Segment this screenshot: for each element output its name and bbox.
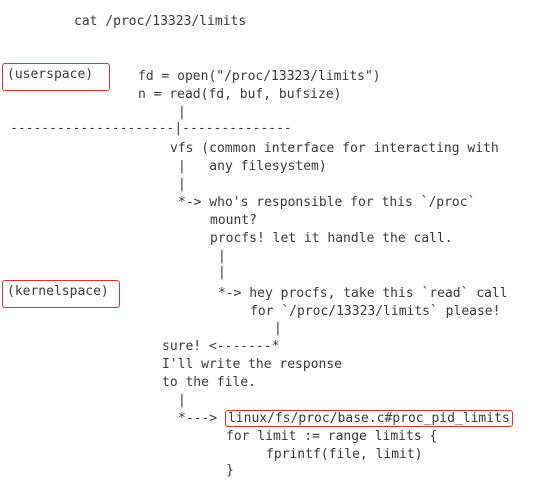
pipe-4: | [218,265,226,280]
fprintf-line: fprintf(file, limit) [266,447,423,462]
vfs-line-2: | any filesystem) [178,159,327,174]
read-call: n = read(fd, buf, bufsize) [138,87,342,102]
procfs-line: procfs! let it handle the call. [210,231,453,246]
command-line: cat /proc/13323/limits [74,14,247,29]
closing-brace: } [226,463,234,478]
whos-responsible-line: *-> who's responsible for this `/proc` [178,195,476,210]
kernelspace-label: (kernelspace) [2,280,120,308]
for-loop-line: for limit := range limits { [226,429,438,444]
write-response-line: I'll write the response [162,357,343,372]
pipe-5: | [274,321,282,336]
source-link[interactable]: linux/fs/proc/base.c#proc_pid_limits [224,410,513,427]
mount-line: mount? [210,213,257,228]
userspace-label: (userspace) [2,63,110,91]
source-reference-line: *---> linux/fs/proc/base.c#proc_pid_limi… [178,410,513,428]
open-call: fd = open("/proc/13323/limits") [138,69,381,84]
for-proc-line: for `/proc/13323/limits` please! [250,304,501,319]
pipe-6: | [178,393,186,408]
vfs-line: vfs (common interface for interacting wi… [170,141,499,156]
to-file-line: to the file. [162,375,256,390]
sure-line: sure! <-------* [162,339,280,354]
hey-procfs-line: *-> hey procfs, take this `read` call [218,286,508,301]
arrow-prefix: *---> [178,411,218,426]
boundary-divider: ---------------------|-------------- [10,121,292,136]
pipe-2: | [178,177,186,192]
